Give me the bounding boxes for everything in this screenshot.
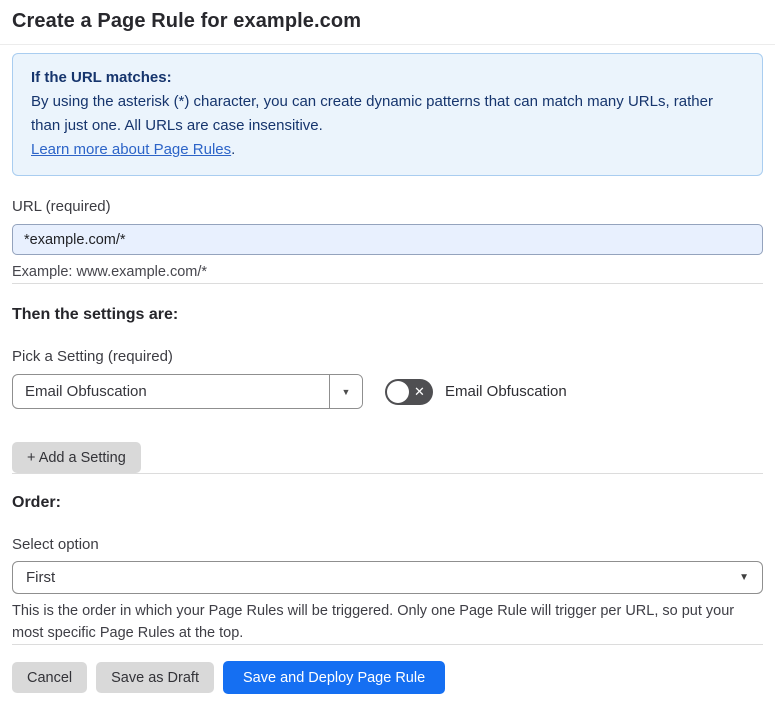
footer-actions: Cancel Save as Draft Save and Deploy Pag… (12, 661, 763, 709)
learn-more-link[interactable]: Learn more about Page Rules (31, 141, 231, 158)
order-select[interactable]: First ▼ (12, 561, 763, 594)
select-option-label: Select option (12, 536, 99, 553)
page-content: If the URL matches: By using the asteris… (0, 53, 775, 709)
email-obfuscation-toggle[interactable]: ✕ (385, 378, 433, 405)
page-title: Create a Page Rule for example.com (12, 10, 362, 32)
url-example-helper: Example: www.example.com/* (12, 264, 208, 280)
settings-section-heading: Then the settings are: (12, 306, 179, 323)
pick-setting-label: Pick a Setting (required) (12, 348, 173, 365)
page-header: Create a Page Rule for example.com (0, 0, 775, 45)
url-input[interactable] (12, 224, 763, 255)
order-select-value: First (26, 569, 56, 586)
order-section-heading: Order: (12, 494, 61, 511)
toggle-off-x-icon: ✕ (414, 384, 425, 399)
create-page-rule-panel: Create a Page Rule for example.com If th… (0, 0, 775, 709)
cancel-button[interactable]: Cancel (12, 662, 88, 693)
info-box-body: By using the asterisk (*) character, you… (31, 93, 713, 134)
email-obfuscation-toggle-group: ✕ Email Obfuscation (385, 378, 567, 405)
order-helper-text: This is the order in which your Page Rul… (12, 603, 735, 641)
setting-select[interactable]: Email Obfuscation ▼ (12, 374, 363, 409)
divider (12, 283, 763, 284)
link-suffix: . (231, 141, 236, 158)
setting-select-value: Email Obfuscation (25, 383, 147, 400)
toggle-label: Email Obfuscation (445, 383, 567, 400)
url-label: URL (required) (12, 198, 111, 215)
chevron-down-icon: ▼ (739, 572, 749, 583)
info-box-link-line: Learn more about Page Rules. (31, 138, 744, 162)
url-match-info-box: If the URL matches: By using the asteris… (12, 53, 763, 176)
setting-row: Email Obfuscation ▼ ✕ Email Obfuscation (12, 374, 763, 409)
chevron-down-icon[interactable]: ▼ (329, 375, 362, 408)
info-box-heading: If the URL matches: (31, 69, 172, 86)
save-and-deploy-button[interactable]: Save and Deploy Page Rule (222, 661, 446, 694)
add-setting-button[interactable]: + Add a Setting (12, 442, 141, 473)
toggle-knob (387, 380, 409, 403)
divider (12, 644, 763, 645)
save-as-draft-button[interactable]: Save as Draft (96, 662, 214, 693)
divider (12, 473, 763, 474)
